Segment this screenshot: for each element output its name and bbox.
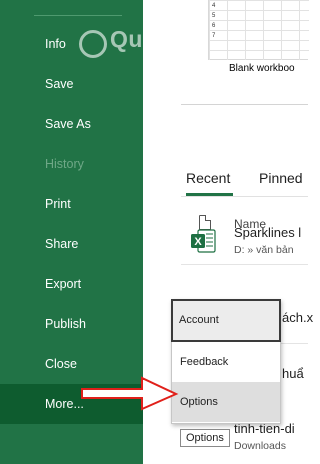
menu-item-account[interactable]: Account xyxy=(171,299,281,342)
file-name[interactable]: Sparklines l xyxy=(234,225,301,240)
row-number: 7 xyxy=(212,33,216,39)
nav-print[interactable]: Print xyxy=(0,184,143,224)
nav-export[interactable]: Export xyxy=(0,264,143,304)
tab-rule xyxy=(181,196,308,197)
row-number: 6 xyxy=(212,23,216,29)
row-separator xyxy=(181,264,308,265)
menu-item-feedback[interactable]: Feedback xyxy=(172,342,280,382)
menu-item-options[interactable]: Options xyxy=(172,382,280,422)
blank-workbook-caption: Blank workboo xyxy=(229,63,295,74)
sidebar-divider xyxy=(34,15,122,16)
row-number: 4 xyxy=(212,3,216,9)
watermark-bulb-icon xyxy=(79,30,107,58)
excel-icon: X xyxy=(191,229,216,253)
row-number: 5 xyxy=(212,13,216,19)
nav-save[interactable]: Save xyxy=(0,64,143,104)
file-path: D: » văn bản xyxy=(234,244,294,256)
file-name[interactable]: ách.x xyxy=(282,310,313,325)
file-name[interactable]: huẩ xyxy=(282,366,304,381)
nav-publish[interactable]: Publish xyxy=(0,304,143,344)
tab-selected-indicator xyxy=(186,193,233,196)
tooltip: Options xyxy=(180,429,230,447)
blank-workbook-thumbnail[interactable]: 4 5 6 7 xyxy=(208,0,309,60)
nav-save-as[interactable]: Save As xyxy=(0,104,143,144)
nav-share[interactable]: Share xyxy=(0,224,143,264)
section-divider xyxy=(181,104,308,105)
red-arrow-icon xyxy=(81,376,179,411)
file-path: Downloads xyxy=(234,440,286,452)
grid-lines xyxy=(209,0,309,60)
nav-history: History xyxy=(45,157,84,171)
more-menu: Account Feedback Options xyxy=(171,299,281,424)
tab-pinned[interactable]: Pinned xyxy=(259,170,303,186)
tab-recent[interactable]: Recent xyxy=(186,170,230,186)
svg-text:X: X xyxy=(194,236,202,248)
